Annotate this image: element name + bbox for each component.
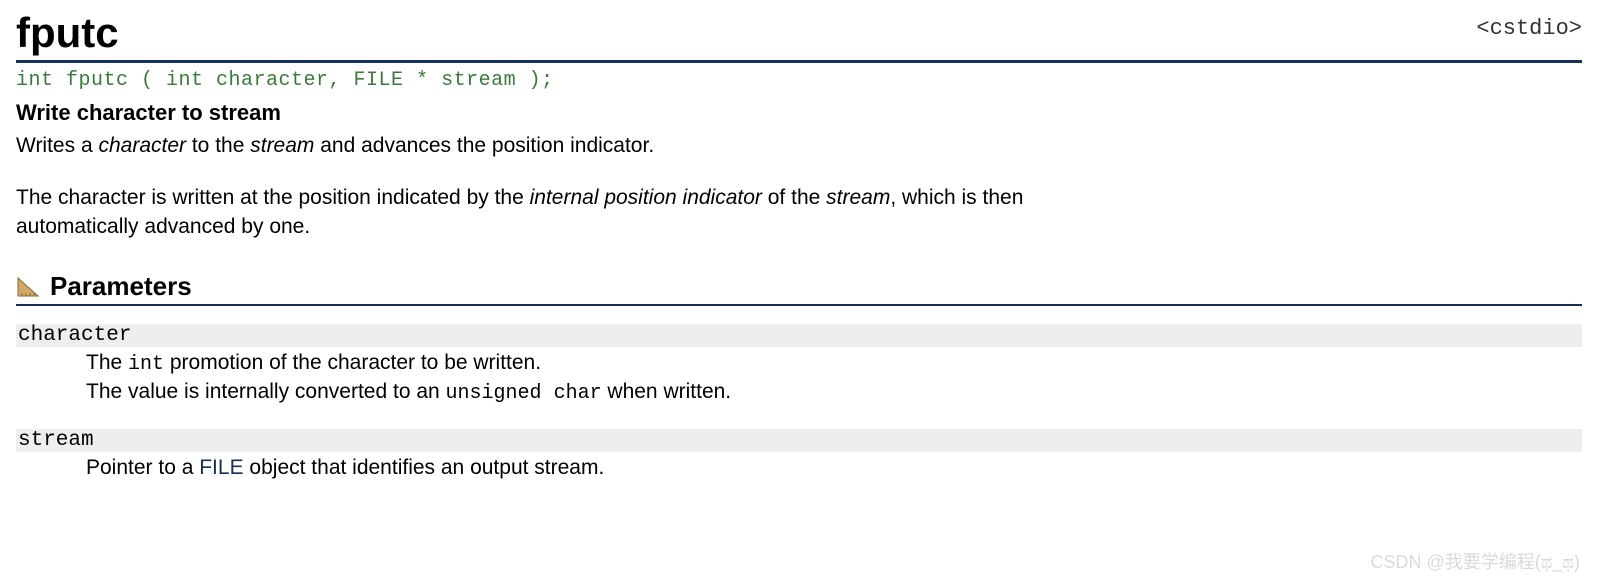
text: when written. xyxy=(602,380,732,403)
parameters-section-header: Parameters xyxy=(16,271,1582,306)
ruler-icon xyxy=(16,276,40,298)
italic-term: character xyxy=(98,134,186,157)
italic-term: stream xyxy=(826,186,890,209)
section-title: Parameters xyxy=(50,271,192,302)
text: object that identifies an output stream. xyxy=(244,456,605,479)
text: The xyxy=(86,351,128,374)
italic-term: stream xyxy=(250,134,314,157)
description-paragraph-1: Writes a character to the stream and adv… xyxy=(16,132,1146,160)
code-inline: int xyxy=(128,353,164,376)
text: promotion of the character to be written… xyxy=(164,351,541,374)
italic-term: internal position indicator xyxy=(530,186,762,209)
page-header: fputc <cstdio> xyxy=(16,12,1582,63)
watermark: CSDN @我要学编程(ಥ_ಥ) xyxy=(1370,548,1580,574)
function-signature: int fputc ( int character, FILE * stream… xyxy=(16,69,1582,92)
text: and advances the position indicator. xyxy=(314,134,654,157)
text: The character is written at the position… xyxy=(16,186,530,209)
param-name-stream: stream xyxy=(16,429,1582,452)
function-name: fputc xyxy=(16,12,119,60)
param-desc-stream: Pointer to a FILE object that identifies… xyxy=(86,454,1286,482)
brief-description: Write character to stream xyxy=(16,100,1582,126)
parameters-list: character The int promotion of the chara… xyxy=(16,324,1582,482)
text: of the xyxy=(762,186,826,209)
description-paragraph-2: The character is written at the position… xyxy=(16,184,1146,241)
text: Pointer to a xyxy=(86,456,199,479)
file-type-link[interactable]: FILE xyxy=(199,456,243,479)
text: Writes a xyxy=(16,134,98,157)
code-inline: unsigned char xyxy=(446,382,602,405)
param-desc-character: The int promotion of the character to be… xyxy=(86,349,1286,407)
param-name-character: character xyxy=(16,324,1582,347)
text: The value is internally converted to an xyxy=(86,380,446,403)
text: to the xyxy=(186,134,250,157)
header-file[interactable]: <cstdio> xyxy=(1476,16,1582,41)
